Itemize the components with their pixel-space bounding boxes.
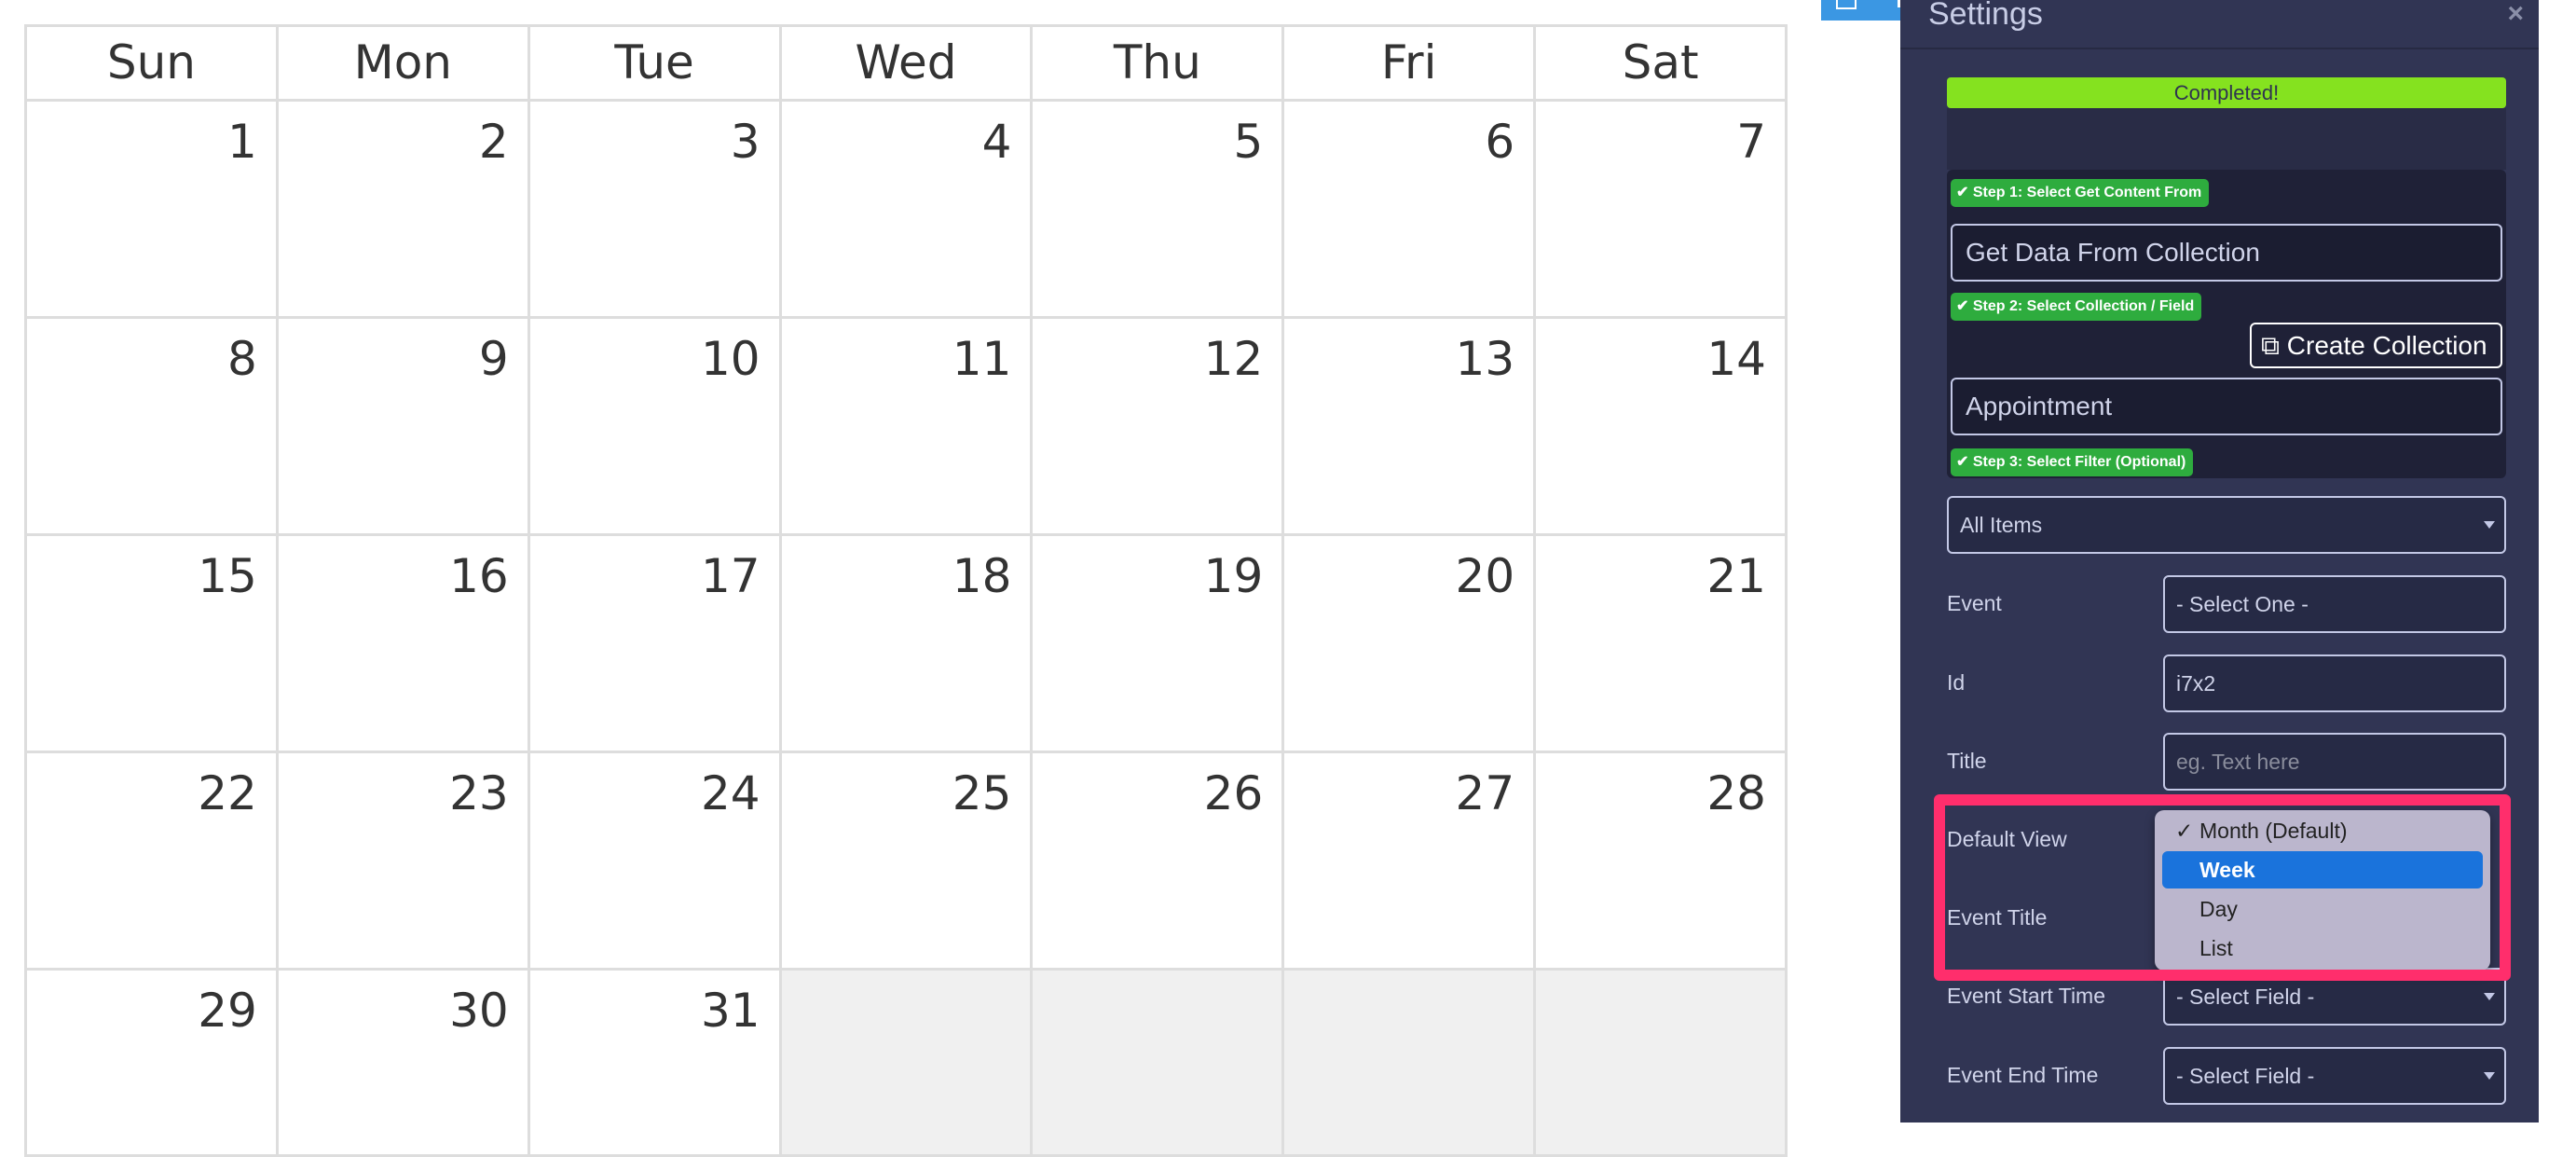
highlight-annotation [1934,794,2511,981]
check-icon: ✔ [1956,298,1973,314]
day-cell[interactable]: 12 [1033,319,1285,536]
day-cell[interactable]: 3 [529,102,782,319]
weekday-thu: Thu [1033,27,1285,102]
week-row: 8 9 10 11 12 13 14 [27,319,1788,536]
filter-select[interactable]: All Items [1947,496,2506,554]
week-row: 29 30 31 [27,971,1788,1157]
day-cell[interactable]: 9 [278,319,530,536]
day-cell[interactable]: 25 [781,753,1034,971]
collection-select[interactable]: Appointment [1951,378,2502,435]
day-cell[interactable]: 28 [1536,753,1788,971]
day-cell[interactable]: 30 [278,971,530,1157]
title-input[interactable]: eg. Text here [2163,733,2506,791]
weekday-sun: Sun [27,27,279,102]
weekday-sat: Sat [1536,27,1788,102]
day-cell[interactable]: 27 [1284,753,1537,971]
day-cell[interactable]: 16 [278,536,530,753]
weekday-mon: Mon [278,27,530,102]
completed-progress-bar: Completed! [1947,77,2506,108]
weekday-header: Sun Mon Tue Wed Thu Fri Sat [27,27,1788,102]
settings-title: Settings [1928,0,2043,32]
day-cell[interactable]: 23 [278,753,530,971]
id-label: Id [1947,670,1966,695]
settings-panel: Settings × Completed! ✔ Step 1: Select G… [1900,0,2539,1123]
day-cell[interactable]: 22 [27,753,279,971]
settings-header: Settings × [1900,0,2539,49]
weekday-fri: Fri [1284,27,1537,102]
day-cell[interactable]: 20 [1284,536,1537,753]
empty-day-cell [781,971,1034,1157]
step3-badge: ✔ Step 3: Select Filter (Optional) [1951,448,2194,476]
day-cell[interactable]: 11 [781,319,1034,536]
step2-badge: ✔ Step 2: Select Collection / Field [1951,293,2202,321]
day-cell[interactable]: 1 [27,102,279,319]
day-cell[interactable]: 6 [1284,102,1537,319]
steps-block: ✔ Step 1: Select Get Content From Get Da… [1947,170,2506,478]
event-start-time-label: Event Start Time [1947,984,2106,1008]
day-cell[interactable]: 19 [1033,536,1285,753]
caret-down-icon [2484,1072,2495,1080]
content-source-select[interactable]: Get Data From Collection [1951,224,2502,282]
day-cell[interactable]: 2 [278,102,530,319]
event-label: Event [1947,591,2002,615]
day-cell[interactable]: 8 [27,319,279,536]
close-icon[interactable]: × [2507,0,2524,30]
step1-badge: ✔ Step 1: Select Get Content From [1951,179,2210,207]
day-cell[interactable]: 7 [1536,102,1788,319]
event-end-time-label: Event End Time [1947,1063,2099,1087]
caret-down-icon [2484,993,2495,1000]
day-cell[interactable]: 29 [27,971,279,1157]
caret-down-icon [2484,521,2495,529]
day-cell[interactable]: 18 [781,536,1034,753]
toolbar-button[interactable] [1821,0,1903,21]
code-icon [1836,0,1857,9]
empty-day-cell [1033,971,1285,1157]
title-label: Title [1947,749,1987,773]
empty-day-cell [1284,971,1537,1157]
day-cell[interactable]: 10 [529,319,782,536]
event-end-time-select[interactable]: - Select Field - [2163,1047,2506,1105]
weekday-tue: Tue [529,27,782,102]
id-input[interactable]: i7x2 [2163,654,2506,712]
day-cell[interactable]: 17 [529,536,782,753]
empty-day-cell [1536,971,1788,1157]
day-cell[interactable]: 24 [529,753,782,971]
weekday-wed: Wed [781,27,1034,102]
day-cell[interactable]: 4 [781,102,1034,319]
day-cell[interactable]: 14 [1536,319,1788,536]
progress-track [1947,108,2506,170]
create-collection-button[interactable]: ⧉ Create Collection [2250,323,2502,368]
external-link-icon: ⧉ [2261,331,2287,360]
day-cell[interactable]: 13 [1284,319,1537,536]
day-cell[interactable]: 26 [1033,753,1285,971]
week-row: 15 16 17 18 19 20 21 [27,536,1788,753]
month-calendar: Sun Mon Tue Wed Thu Fri Sat 1 2 3 4 5 6 7 8 9 10 1… [24,24,1788,1157]
day-cell[interactable]: 15 [27,536,279,753]
week-row: 22 23 24 25 26 27 28 [27,753,1788,971]
week-row: 1234567 [27,102,1788,319]
day-cell[interactable]: 5 [1033,102,1285,319]
event-select[interactable]: - Select One - [2163,575,2506,633]
check-icon: ✔ [1956,454,1973,470]
day-cell[interactable]: 21 [1536,536,1788,753]
day-cell[interactable]: 31 [529,971,782,1157]
check-icon: ✔ [1956,185,1973,200]
